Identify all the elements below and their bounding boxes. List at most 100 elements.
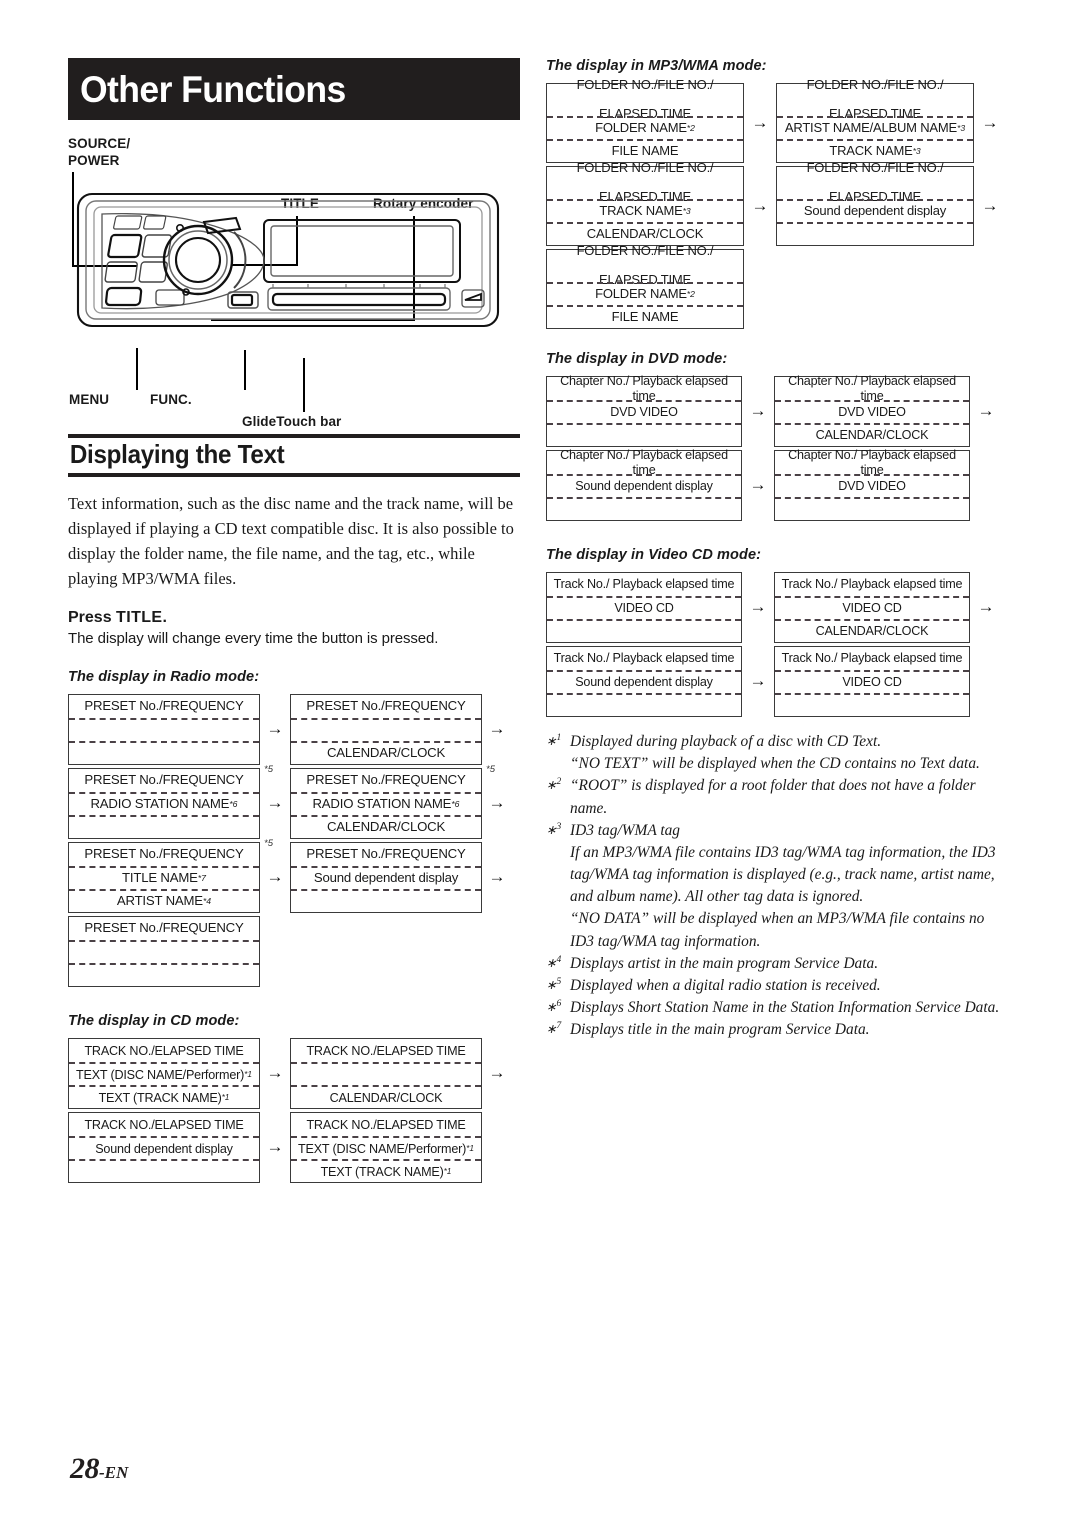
display-state-row: PRESET No./FREQUENCY <box>291 769 481 792</box>
flow-cell: TRACK NO./ELAPSED TIME TEXT (DISC NAME/Pe… <box>68 1038 290 1110</box>
flow-arrow: → <box>977 597 995 616</box>
display-state-text: FOLDER NO./FILE NO./ <box>576 77 714 93</box>
footnote-marker: *4 <box>202 895 212 906</box>
display-state-box: TRACK NO./ELAPSED TIME CALENDAR/CLOCK <box>290 1038 482 1110</box>
display-state-text: FILE NAME <box>611 143 679 159</box>
display-state-row <box>69 1159 259 1182</box>
label-source-power-line1: SOURCE/ <box>68 136 131 151</box>
display-state-text: Sound dependent display <box>575 479 713 494</box>
display-state-box: FOLDER NO./FILE NO./ELAPSED TIME TRACK NA… <box>546 161 744 246</box>
display-state-box: Chapter No./ Playback elapsed time DVD VI… <box>774 448 970 521</box>
page-number-suffix: -EN <box>99 1463 129 1482</box>
footnote-marker: *1 <box>466 1143 474 1154</box>
display-state-text: FOLDER NO./FILE NO./ <box>806 160 944 176</box>
footnote-item: ∗6 Displays Short Station Name in the Sta… <box>546 997 1012 1019</box>
display-state-box: PRESET No./FREQUENCY Sound dependent disp… <box>290 842 482 914</box>
footnote-item: ∗5 Displayed when a digital radio station… <box>546 975 1012 997</box>
flow-cell: Chapter No./ Playback elapsed time DVD VI… <box>774 374 1002 447</box>
flow-row: Chapter No./ Playback elapsed time DVD VI… <box>546 374 1012 447</box>
display-state-row: CALENDAR/CLOCK <box>775 423 969 446</box>
flow-cell: FOLDER NO./FILE NO./ELAPSED TIME FOLDER N… <box>546 78 776 163</box>
display-state-text: FOLDER NO./FILE NO./ <box>576 243 714 259</box>
flow-arrow: → <box>266 719 284 739</box>
footnote-marker: *3 <box>912 145 921 156</box>
dvd-mode-section: The display in DVD mode: Chapter No./ Pl… <box>546 351 1012 521</box>
flow-arrow: → <box>751 195 769 215</box>
display-state-text: Chapter No./ Playback elapsed time <box>788 448 956 477</box>
display-state-box: PRESET No./FREQUENCY CALENDAR/CLOCK <box>290 694 482 766</box>
dvd-mode-caption: The display in DVD mode: <box>546 351 728 367</box>
leader-func-vertical <box>244 350 247 390</box>
flow-cell: Chapter No./ Playback elapsed time Sound … <box>546 448 774 521</box>
display-state-text: FOLDER NAME <box>595 286 687 302</box>
display-state-row: DVD VIDEO <box>775 474 969 497</box>
display-state-text: TEXT (TRACK NAME) <box>98 1090 222 1105</box>
flow-cell: Track No./ Playback elapsed time VIDEO CD <box>774 646 1002 717</box>
display-state-box: Track No./ Playback elapsed time Sound de… <box>546 646 742 717</box>
footnote-item: ∗1 Displayed during playback of a disc wi… <box>546 731 1012 775</box>
display-state-text: CALENDAR/CLOCK <box>326 745 446 761</box>
display-state-row <box>547 423 741 446</box>
section-body-text: Text information, such as the disc name … <box>68 493 514 589</box>
display-state-row: TEXT (TRACK NAME) *1 <box>291 1159 481 1182</box>
head-unit-illustration <box>76 192 500 328</box>
mp3wma-mode-section: The display in MP3/WMA mode: FOLDER NO./… <box>546 58 1012 329</box>
display-state-text: DVD VIDEO <box>610 405 678 420</box>
footnote-item: ∗7 Displays title in the main program Ser… <box>546 1019 1012 1041</box>
display-state-text: TRACK NAME <box>599 203 683 219</box>
display-state-text: Chapter No./ Playback elapsed time <box>788 374 956 403</box>
flow-row: PRESET No./FREQUENCY <box>68 916 520 988</box>
chapter-banner: Other Functions <box>68 58 520 120</box>
flow-arrow: → <box>488 867 506 887</box>
display-state-text: PRESET No./FREQUENCY <box>84 846 244 862</box>
display-state-text: ARTIST NAME/ALBUM NAME <box>784 120 957 136</box>
display-state-box: FOLDER NO./FILE NO./ELAPSED TIME FOLDER N… <box>546 244 744 329</box>
display-state-row: TRACK NO./ELAPSED TIME <box>291 1113 481 1136</box>
display-state-row <box>775 497 969 520</box>
display-state-row: CALENDAR/CLOCK <box>547 222 743 245</box>
footnote-key: ∗4 <box>546 954 562 970</box>
display-state-box: Track No./ Playback elapsed time VIDEO CD… <box>774 572 970 643</box>
footnote-marker: *2 <box>686 288 695 299</box>
display-state-text: VIDEO CD <box>614 601 674 616</box>
flow-arrow: → <box>266 867 284 887</box>
footnote-text: ID3 tag/WMA tag If an MP3/WMA file contai… <box>570 820 1012 953</box>
flow-cell: PRESET No./FREQUENCY → <box>68 694 290 766</box>
display-state-box: Chapter No./ Playback elapsed time DVD VI… <box>546 374 742 447</box>
display-state-row: Chapter No./ Playback elapsed time <box>775 374 969 403</box>
display-state-row <box>775 693 969 716</box>
display-state-row: CALENDAR/CLOCK <box>775 619 969 642</box>
display-state-row: FOLDER NO./FILE NO./ELAPSED TIME <box>777 161 973 204</box>
display-state-row: CALENDAR/CLOCK <box>291 741 481 764</box>
display-state-text: PRESET No./FREQUENCY <box>306 846 466 862</box>
footnote-marker: *6 <box>229 798 238 809</box>
display-state-row: Chapter No./ Playback elapsed time <box>547 374 741 402</box>
display-state-text: CALENDAR/CLOCK <box>815 624 929 639</box>
flow-arrow: → <box>977 401 995 420</box>
cd-mode-section: The display in CD mode: TRACK NO./ELAPSE… <box>68 1013 520 1184</box>
display-state-box: Chapter No./ Playback elapsed time DVD VI… <box>774 374 970 447</box>
display-state-row: DVD VIDEO <box>775 400 969 423</box>
display-state-text: PRESET No./FREQUENCY <box>306 772 466 788</box>
footnote-item: ∗4 Displays artist in the main program Se… <box>546 953 1012 975</box>
manual-page: Other Functions SOURCE/ POWER TITLE Rota… <box>0 0 1080 1523</box>
radio-mode-section: The display in Radio mode: PRESET No./FR… <box>68 669 520 988</box>
heading-rule-bottom <box>68 472 520 477</box>
display-state-row: PRESET No./FREQUENCY <box>291 695 481 718</box>
display-state-row: TITLE NAME *7 <box>69 866 259 889</box>
display-state-box: PRESET No./FREQUENCY RADIO STATION NAME *6 <box>68 768 260 840</box>
footnote-marker: *3 <box>682 205 691 216</box>
page-number: 28-EN <box>70 1452 128 1486</box>
flow-arrow: → <box>488 793 506 813</box>
footnote-marker: *3 <box>957 122 966 133</box>
display-state-text: Track No./ Playback elapsed time <box>781 651 963 666</box>
flow-cell: PRESET No./FREQUENCY Sound dependent disp… <box>290 842 512 914</box>
display-state-box: TRACK NO./ELAPSED TIME TEXT (DISC NAME/Pe… <box>290 1112 482 1184</box>
flow-arrow: → <box>488 719 506 739</box>
footnote-line: Displayed when a digital radio station i… <box>570 976 881 994</box>
display-state-row: TRACK NO./ELAPSED TIME <box>291 1039 481 1062</box>
press-suffix: . <box>162 609 167 627</box>
flow-cell: Track No./ Playback elapsed time VIDEO CD… <box>774 572 1002 643</box>
display-state-row: TRACK NO./ELAPSED TIME <box>69 1113 259 1136</box>
display-state-row: CALENDAR/CLOCK <box>291 1085 481 1108</box>
